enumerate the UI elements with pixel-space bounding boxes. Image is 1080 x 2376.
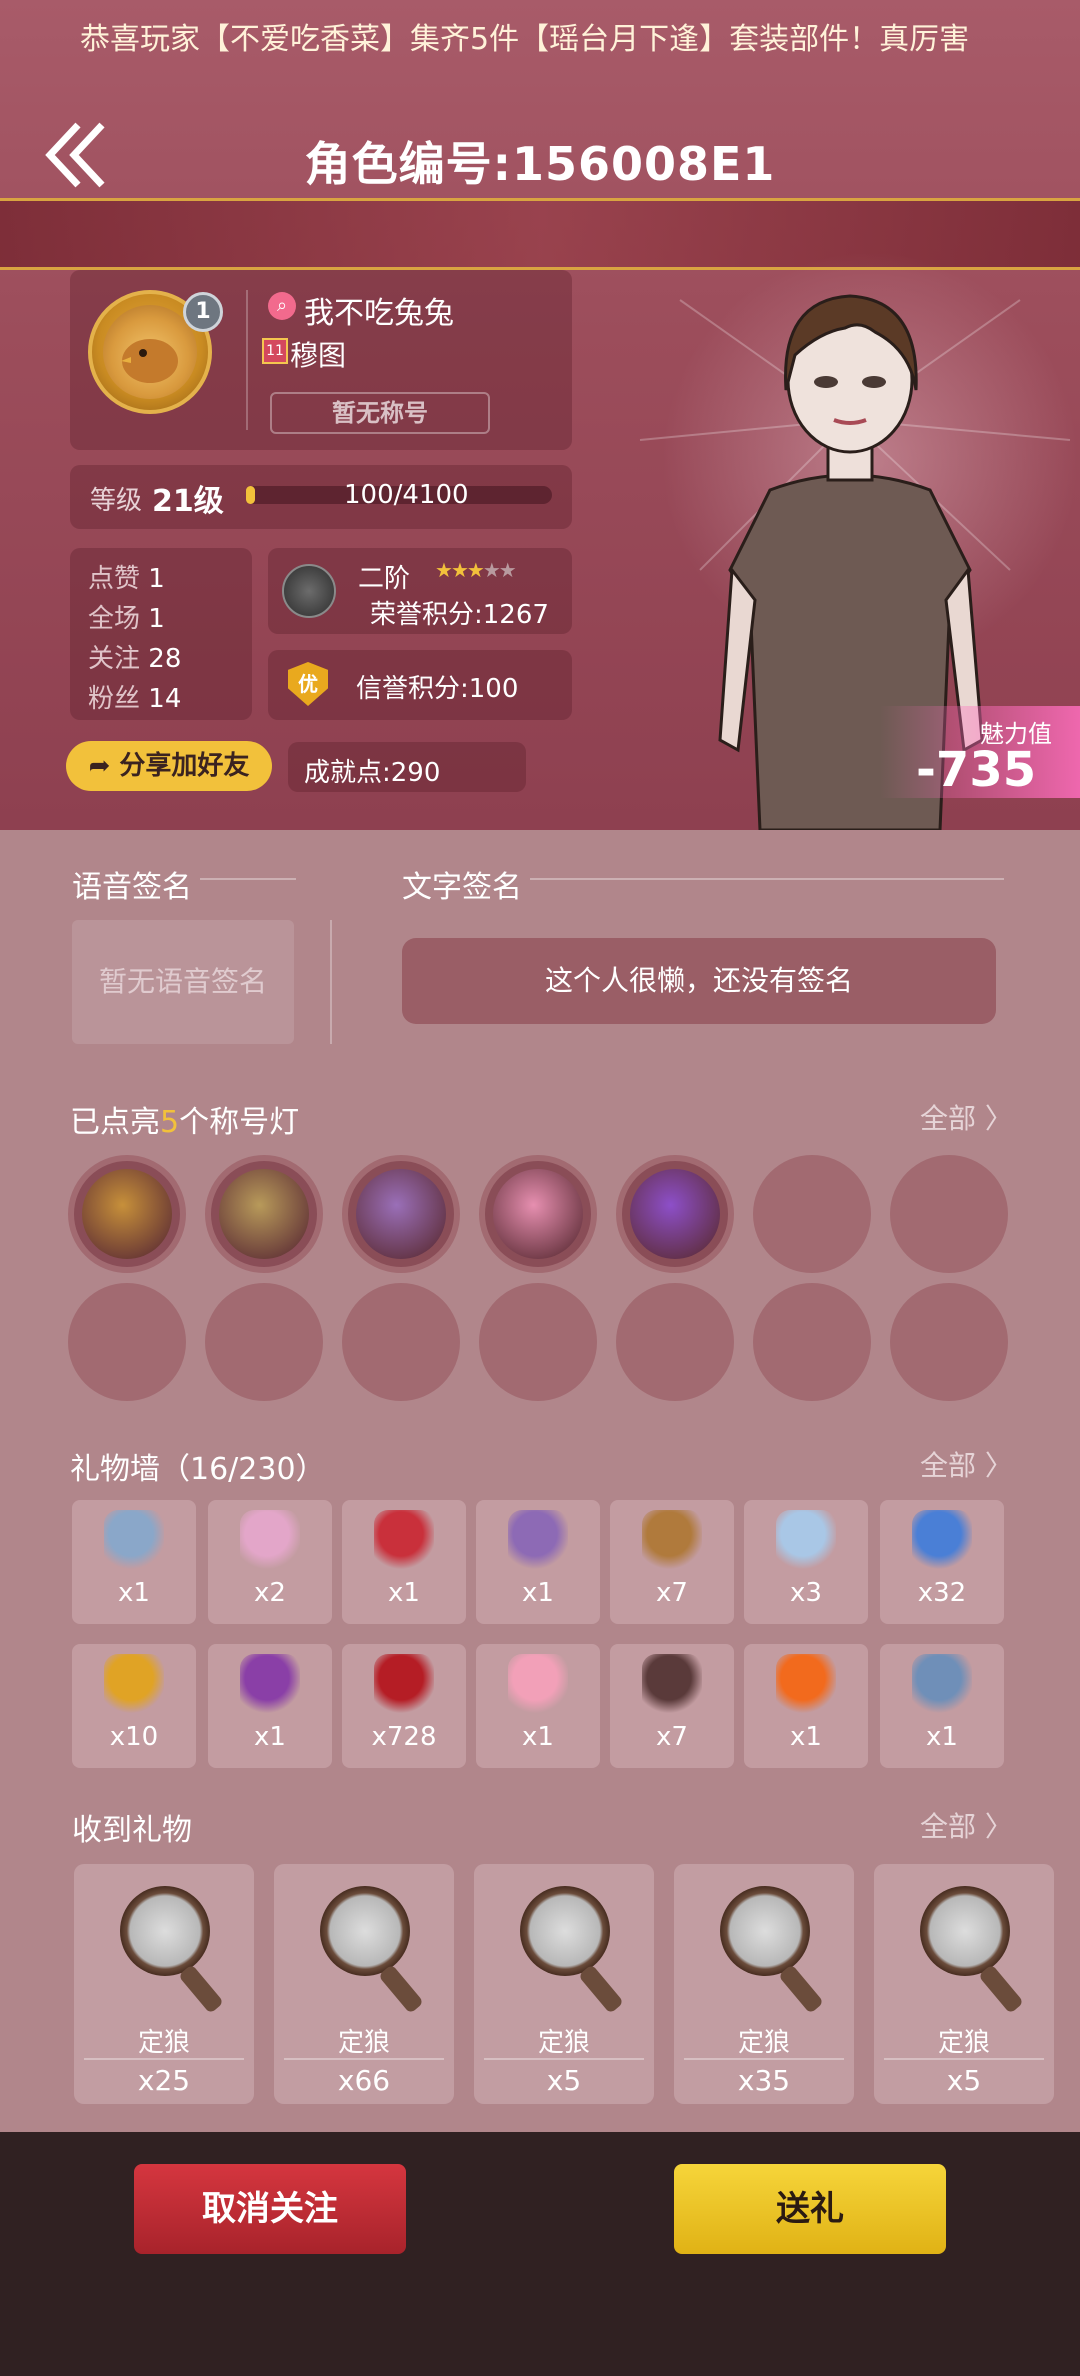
magnifier-handle [378,1964,424,2014]
received-gifts-strip[interactable]: 定狼 x25 定狼 x66 定狼 x5 定狼 x35 定狼 x5 [0,0,1080,2110]
gift-count: x66 [337,2064,391,2097]
gift-count: x5 [946,2064,982,2097]
gift-separator [484,2058,644,2060]
received-gift-card[interactable]: 定狼 x5 [874,1864,1054,2104]
received-gift-card[interactable]: 定狼 x66 [274,1864,454,2104]
gift-count: x25 [137,2064,191,2097]
magnifier-handle [578,1964,624,2014]
gift-name: 定狼 [337,2028,390,2058]
gift-name: 定狼 [737,2028,790,2058]
magnifier-icon [120,1886,210,1976]
magnifier-icon [320,1886,410,1976]
send-gift-button[interactable]: 送礼 [674,2164,946,2254]
received-gift-card[interactable]: 定狼 x5 [474,1864,654,2104]
gift-count: x35 [737,2064,791,2097]
magnifier-handle [178,1964,224,2014]
received-gift-card[interactable]: 定狼 x35 [674,1864,854,2104]
received-gift-card[interactable]: 定狼 x25 [74,1864,254,2104]
gift-separator [884,2058,1044,2060]
gift-separator [284,2058,444,2060]
gift-name: 定狼 [937,2028,990,2058]
magnifier-handle [978,1964,1024,2014]
gift-name: 定狼 [137,2028,190,2058]
gift-name: 定狼 [537,2028,590,2058]
magnifier-icon [720,1886,810,1976]
gift-separator [84,2058,244,2060]
magnifier-handle [778,1964,824,2014]
gift-count: x5 [546,2064,582,2097]
gift-separator [684,2058,844,2060]
unfollow-button[interactable]: 取消关注 [134,2164,406,2254]
magnifier-icon [920,1886,1010,1976]
magnifier-icon [520,1886,610,1976]
